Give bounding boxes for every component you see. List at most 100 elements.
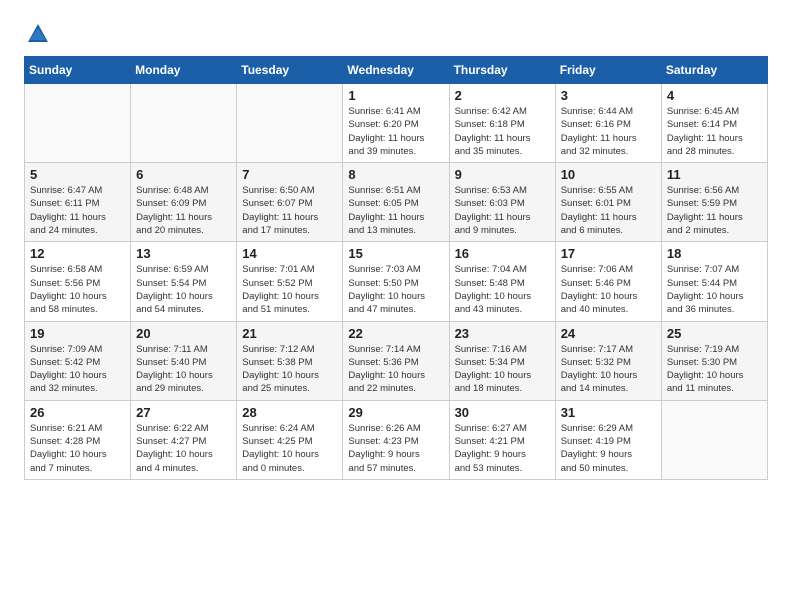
weekday-header-wednesday: Wednesday: [343, 57, 449, 84]
day-info: Sunrise: 6:48 AM Sunset: 6:09 PM Dayligh…: [136, 184, 231, 237]
week-row-4: 19 Sunrise: 7:09 AM Sunset: 5:42 PM Dayli…: [25, 321, 768, 400]
calendar-cell: 6 Sunrise: 6:48 AM Sunset: 6:09 PM Daylig…: [131, 163, 237, 242]
day-info: Sunrise: 7:07 AM Sunset: 5:44 PM Dayligh…: [667, 263, 762, 316]
calendar-cell: 26 Sunrise: 6:21 AM Sunset: 4:28 PM Dayli…: [25, 400, 131, 479]
day-info: Sunrise: 6:51 AM Sunset: 6:05 PM Dayligh…: [348, 184, 443, 237]
day-number: 26: [30, 405, 125, 420]
header: [24, 20, 768, 48]
calendar-cell: [661, 400, 767, 479]
day-number: 28: [242, 405, 337, 420]
calendar-cell: 7Sunrise: 6:50 AM Sunset: 6:07 PM Daylig…: [237, 163, 343, 242]
day-number: 13: [136, 246, 231, 261]
day-info: Sunrise: 6:21 AM Sunset: 4:28 PM Dayligh…: [30, 422, 125, 475]
calendar-cell: [131, 84, 237, 163]
weekday-header-saturday: Saturday: [661, 57, 767, 84]
day-info: Sunrise: 7:16 AM Sunset: 5:34 PM Dayligh…: [455, 343, 550, 396]
day-info: Sunrise: 7:19 AM Sunset: 5:30 PM Dayligh…: [667, 343, 762, 396]
calendar-cell: 14Sunrise: 7:01 AM Sunset: 5:52 PM Dayli…: [237, 242, 343, 321]
day-info: Sunrise: 7:11 AM Sunset: 5:40 PM Dayligh…: [136, 343, 231, 396]
calendar-cell: 23 Sunrise: 7:16 AM Sunset: 5:34 PM Dayli…: [449, 321, 555, 400]
day-info: Sunrise: 6:27 AM Sunset: 4:21 PM Dayligh…: [455, 422, 550, 475]
calendar-cell: 20 Sunrise: 7:11 AM Sunset: 5:40 PM Dayli…: [131, 321, 237, 400]
day-number: 11: [667, 167, 762, 182]
day-number: 8: [348, 167, 443, 182]
day-number: 24: [561, 326, 656, 341]
weekday-header-monday: Monday: [131, 57, 237, 84]
day-info: Sunrise: 7:17 AM Sunset: 5:32 PM Dayligh…: [561, 343, 656, 396]
day-info: Sunrise: 6:55 AM Sunset: 6:01 PM Dayligh…: [561, 184, 656, 237]
calendar-cell: 25 Sunrise: 7:19 AM Sunset: 5:30 PM Dayli…: [661, 321, 767, 400]
calendar-cell: 1 Sunrise: 6:41 AM Sunset: 6:20 PM Daylig…: [343, 84, 449, 163]
day-number: 16: [455, 246, 550, 261]
day-number: 2: [455, 88, 550, 103]
day-number: 12: [30, 246, 125, 261]
day-number: 27: [136, 405, 231, 420]
calendar-cell: 31Sunrise: 6:29 AM Sunset: 4:19 PM Dayli…: [555, 400, 661, 479]
day-number: 3: [561, 88, 656, 103]
day-info: Sunrise: 6:56 AM Sunset: 5:59 PM Dayligh…: [667, 184, 762, 237]
day-info: Sunrise: 6:45 AM Sunset: 6:14 PM Dayligh…: [667, 105, 762, 158]
day-info: Sunrise: 6:29 AM Sunset: 4:19 PM Dayligh…: [561, 422, 656, 475]
day-number: 9: [455, 167, 550, 182]
logo: [24, 20, 56, 48]
calendar-table: SundayMondayTuesdayWednesdayThursdayFrid…: [24, 56, 768, 480]
week-row-3: 12Sunrise: 6:58 AM Sunset: 5:56 PM Dayli…: [25, 242, 768, 321]
day-number: 22: [348, 326, 443, 341]
day-number: 23: [455, 326, 550, 341]
calendar-cell: 29 Sunrise: 6:26 AM Sunset: 4:23 PM Dayli…: [343, 400, 449, 479]
calendar-cell: 16 Sunrise: 7:04 AM Sunset: 5:48 PM Dayli…: [449, 242, 555, 321]
day-info: Sunrise: 6:26 AM Sunset: 4:23 PM Dayligh…: [348, 422, 443, 475]
day-info: Sunrise: 7:01 AM Sunset: 5:52 PM Dayligh…: [242, 263, 337, 316]
day-number: 18: [667, 246, 762, 261]
calendar-cell: 30 Sunrise: 6:27 AM Sunset: 4:21 PM Dayli…: [449, 400, 555, 479]
day-number: 6: [136, 167, 231, 182]
day-info: Sunrise: 7:14 AM Sunset: 5:36 PM Dayligh…: [348, 343, 443, 396]
calendar-cell: 27Sunrise: 6:22 AM Sunset: 4:27 PM Dayli…: [131, 400, 237, 479]
day-number: 10: [561, 167, 656, 182]
day-number: 15: [348, 246, 443, 261]
day-number: 1: [348, 88, 443, 103]
calendar-cell: 4 Sunrise: 6:45 AM Sunset: 6:14 PM Daylig…: [661, 84, 767, 163]
calendar-cell: 13 Sunrise: 6:59 AM Sunset: 5:54 PM Dayli…: [131, 242, 237, 321]
day-info: Sunrise: 6:24 AM Sunset: 4:25 PM Dayligh…: [242, 422, 337, 475]
day-number: 19: [30, 326, 125, 341]
day-info: Sunrise: 6:47 AM Sunset: 6:11 PM Dayligh…: [30, 184, 125, 237]
calendar-cell: 18 Sunrise: 7:07 AM Sunset: 5:44 PM Dayli…: [661, 242, 767, 321]
day-info: Sunrise: 7:04 AM Sunset: 5:48 PM Dayligh…: [455, 263, 550, 316]
calendar-cell: [237, 84, 343, 163]
calendar-cell: 8 Sunrise: 6:51 AM Sunset: 6:05 PM Daylig…: [343, 163, 449, 242]
day-number: 4: [667, 88, 762, 103]
calendar-cell: 5 Sunrise: 6:47 AM Sunset: 6:11 PM Daylig…: [25, 163, 131, 242]
calendar-cell: 15 Sunrise: 7:03 AM Sunset: 5:50 PM Dayli…: [343, 242, 449, 321]
day-number: 30: [455, 405, 550, 420]
calendar-cell: 11 Sunrise: 6:56 AM Sunset: 5:59 PM Dayli…: [661, 163, 767, 242]
calendar-cell: 12Sunrise: 6:58 AM Sunset: 5:56 PM Dayli…: [25, 242, 131, 321]
page: SundayMondayTuesdayWednesdayThursdayFrid…: [0, 0, 792, 500]
calendar-cell: 28 Sunrise: 6:24 AM Sunset: 4:25 PM Dayli…: [237, 400, 343, 479]
day-number: 5: [30, 167, 125, 182]
day-number: 25: [667, 326, 762, 341]
day-number: 29: [348, 405, 443, 420]
weekday-header-thursday: Thursday: [449, 57, 555, 84]
day-info: Sunrise: 7:09 AM Sunset: 5:42 PM Dayligh…: [30, 343, 125, 396]
day-info: Sunrise: 6:41 AM Sunset: 6:20 PM Dayligh…: [348, 105, 443, 158]
weekday-header-row: SundayMondayTuesdayWednesdayThursdayFrid…: [25, 57, 768, 84]
week-row-1: 1 Sunrise: 6:41 AM Sunset: 6:20 PM Daylig…: [25, 84, 768, 163]
weekday-header-tuesday: Tuesday: [237, 57, 343, 84]
calendar-cell: 9Sunrise: 6:53 AM Sunset: 6:03 PM Daylig…: [449, 163, 555, 242]
week-row-2: 5 Sunrise: 6:47 AM Sunset: 6:11 PM Daylig…: [25, 163, 768, 242]
calendar-cell: [25, 84, 131, 163]
day-number: 7: [242, 167, 337, 182]
day-info: Sunrise: 7:03 AM Sunset: 5:50 PM Dayligh…: [348, 263, 443, 316]
weekday-header-sunday: Sunday: [25, 57, 131, 84]
logo-icon: [24, 20, 52, 48]
day-info: Sunrise: 6:59 AM Sunset: 5:54 PM Dayligh…: [136, 263, 231, 316]
calendar-cell: 17 Sunrise: 7:06 AM Sunset: 5:46 PM Dayli…: [555, 242, 661, 321]
day-number: 21: [242, 326, 337, 341]
day-number: 17: [561, 246, 656, 261]
day-info: Sunrise: 7:06 AM Sunset: 5:46 PM Dayligh…: [561, 263, 656, 316]
calendar-cell: 3Sunrise: 6:44 AM Sunset: 6:16 PM Daylig…: [555, 84, 661, 163]
day-number: 20: [136, 326, 231, 341]
calendar-cell: 10 Sunrise: 6:55 AM Sunset: 6:01 PM Dayli…: [555, 163, 661, 242]
calendar-cell: 2Sunrise: 6:42 AM Sunset: 6:18 PM Daylig…: [449, 84, 555, 163]
